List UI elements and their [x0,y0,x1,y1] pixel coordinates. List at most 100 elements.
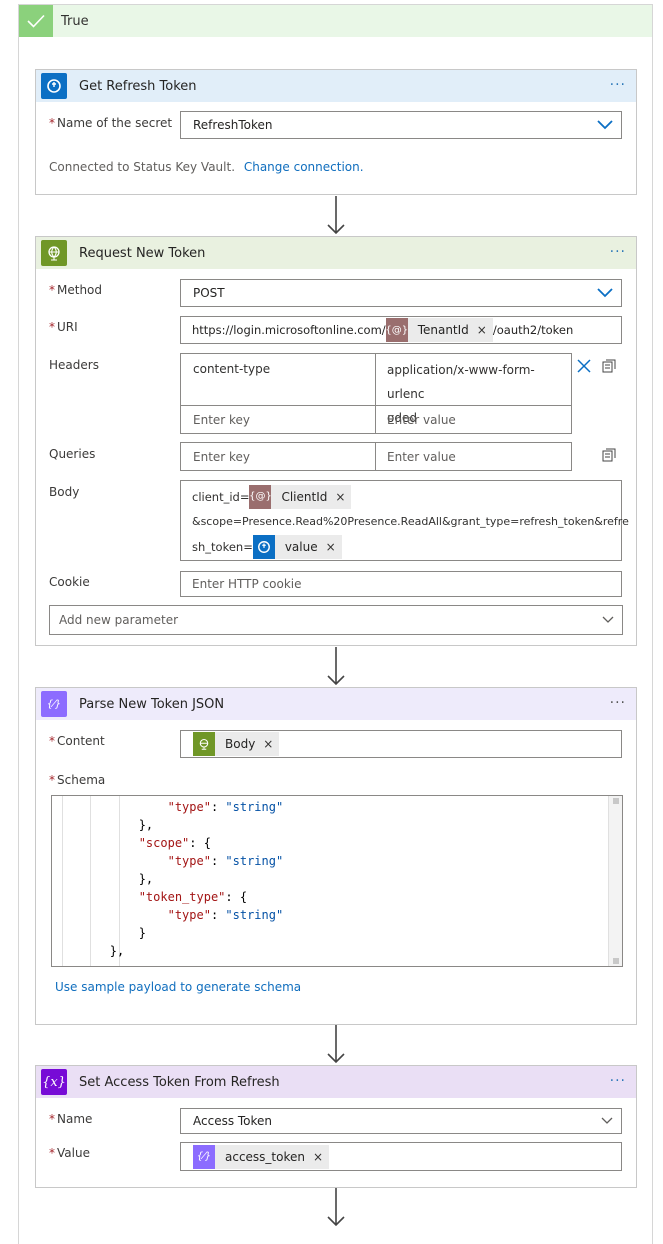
schema-key: "token_type" [138,890,226,904]
schema-value: "string" [225,854,284,868]
refresh-value-token[interactable]: value × [252,534,342,560]
chevron-down-icon [601,1117,613,1124]
schema-punct: }, [109,944,125,958]
schema-punct: } [138,926,146,940]
chevron-down-icon [602,616,614,623]
schema-punct: : { [189,836,211,850]
token-label: Body [225,737,256,751]
card-header[interactable]: {x} Set Access Token From Refresh ··· [36,1066,636,1098]
token-label: ClientId [281,490,328,504]
schema-punct: : [210,800,226,814]
header-key-text: content-type [193,362,271,376]
schema-punct: : [210,854,226,868]
action-get-refresh-token: Get Refresh Token ··· * Name of the secre… [35,69,637,195]
schema-punct: }, [138,818,154,832]
schema-line: "token_type": { [52,888,247,906]
header-key-cell[interactable]: content-type [181,354,376,406]
switch-to-text-mode-icon[interactable] [602,448,616,462]
content-input[interactable]: Body × [180,730,622,758]
secret-name-dropdown[interactable]: RefreshToken [180,111,622,139]
variable-icon: {@} [385,318,408,342]
key-vault-icon [41,73,67,99]
schema-line: } [52,924,146,942]
schema-line: "type": "string" [52,852,284,870]
remove-token-icon[interactable]: × [326,534,342,560]
true-branch-header[interactable]: True [19,5,652,37]
switch-to-text-mode-icon[interactable] [602,359,616,373]
http-globe-icon [193,732,215,756]
scrollbar[interactable] [608,796,622,966]
flow-arrow-icon [327,647,345,686]
parse-json-icon: {⁄} [41,691,67,717]
action-parse-new-token-json: {⁄} Parse New Token JSON ··· * Content Bo… [35,687,637,1025]
more-options-icon[interactable]: ··· [610,1074,626,1088]
token-label: access_token [225,1149,305,1164]
cookie-input[interactable]: Enter HTTP cookie [180,571,622,597]
add-new-parameter-dropdown[interactable]: Add new parameter [49,605,623,635]
secret-name-value: RefreshToken [193,118,273,132]
schema-row: "type": "string" }, "scope": { "type": "… [36,795,636,967]
remove-token-icon[interactable]: × [313,1150,329,1164]
header-value-text: application/x-www-form-urlenc [387,363,535,401]
schema-punct: : { [225,890,248,904]
secret-name-label: * Name of the secret [49,116,173,130]
flow-arrow-icon [327,1188,345,1227]
action-request-new-token: Request New Token ··· * Method POST * URI … [35,236,637,646]
body-text: sh_token= [192,540,253,554]
chevron-down-icon [597,120,613,130]
body-input[interactable]: client_id= {@} ClientId × &scope=Presenc… [180,480,629,561]
remove-token-icon[interactable]: × [477,323,493,337]
uri-input[interactable]: https://login.microsoftonline.com/ {@} T… [180,316,622,344]
header-key-input[interactable]: Enter key [181,406,376,434]
value-label: * Value [49,1146,90,1160]
method-value: POST [193,286,225,300]
key-vault-icon [252,535,275,559]
branch-label: True [61,13,89,29]
method-dropdown[interactable]: POST [180,279,622,307]
card-header[interactable]: {⁄} Parse New Token JSON ··· [36,688,636,720]
schema-key: "type" [167,854,211,868]
variable-value-input[interactable]: {⁄} access_token × [180,1142,622,1171]
method-label: * Method [49,283,103,297]
cookie-label: Cookie [49,575,90,589]
action-set-access-token: {x} Set Access Token From Refresh ··· * N… [35,1065,637,1188]
schema-line: }, [52,870,153,888]
schema-line: "type": "string" [52,906,284,924]
token-label: value [284,540,318,554]
schema-line: "scope": { [52,834,211,852]
schema-label: * Schema [49,773,106,787]
variable-x-icon: {x} [41,1069,67,1095]
header-value-input[interactable]: Enter value [376,406,571,434]
schema-value: "string" [225,908,284,922]
card-header[interactable]: Request New Token ··· [36,237,636,269]
close-icon[interactable] [577,359,591,373]
card-title: Parse New Token JSON [79,696,225,712]
schema-value: "string" [225,800,284,814]
clientid-token[interactable]: {@} ClientId × [249,484,352,510]
header-value-cell[interactable]: application/x-www-form-urlenc oded [376,354,571,425]
uri-label: * URI [49,320,78,334]
change-connection-link[interactable]: Change connection. [244,160,364,174]
tenantid-token[interactable]: {@} TenantId × [385,318,493,342]
queries-table: Enter key Enter value [180,442,572,471]
body-label: Body [49,485,80,499]
more-options-icon[interactable]: ··· [610,245,626,259]
schema-punct: }, [138,872,154,886]
remove-token-icon[interactable]: × [335,484,351,510]
query-key-input[interactable]: Enter key [181,443,376,470]
variable-name-dropdown[interactable]: Access Token [180,1108,622,1134]
use-sample-payload-link[interactable]: Use sample payload to generate schema [55,980,301,994]
card-title: Set Access Token From Refresh [79,1074,280,1090]
parse-json-icon: {⁄} [193,1144,215,1169]
more-options-icon[interactable]: ··· [610,78,626,92]
schema-editor[interactable]: "type": "string" }, "scope": { "type": "… [51,795,623,967]
remove-token-icon[interactable]: × [263,737,279,751]
schema-key: "scope" [138,836,190,850]
query-value-input[interactable]: Enter value [376,443,571,470]
variable-icon: {@} [249,485,272,509]
access-token-token[interactable]: {⁄} access_token × [193,1144,330,1169]
more-options-icon[interactable]: ··· [610,696,626,710]
card-header[interactable]: Get Refresh Token ··· [36,70,636,102]
uri-suffix: /oauth2/token [492,323,574,337]
body-token[interactable]: Body × [193,732,280,756]
